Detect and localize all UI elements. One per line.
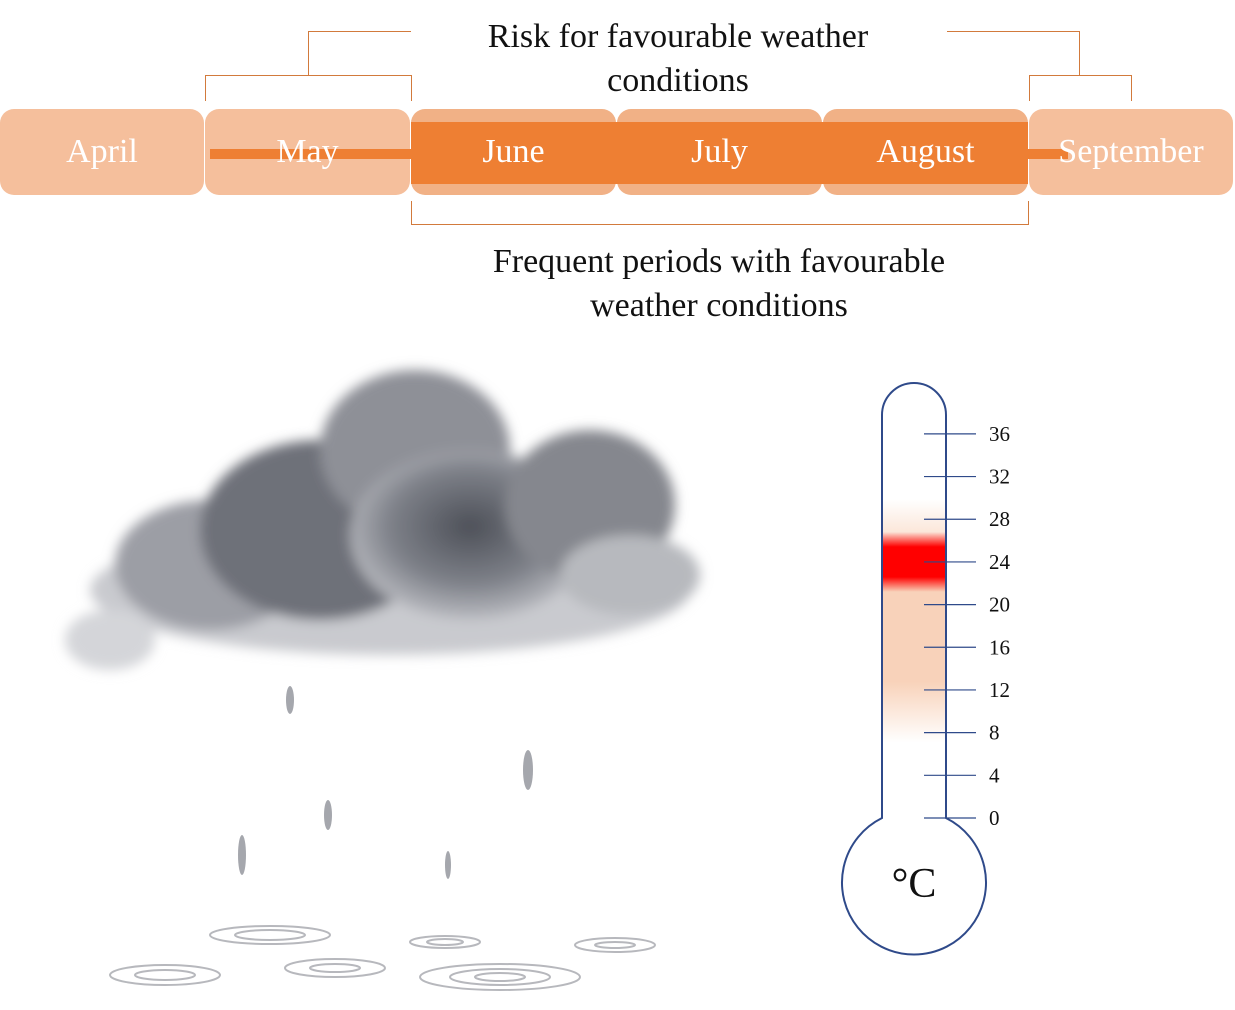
tick-label: 24 xyxy=(989,550,1011,574)
frequent-caption-line-2: weather conditions xyxy=(590,287,848,324)
risk-leader-right-vertical xyxy=(1079,31,1080,75)
thermometer: 36 32 28 24 20 16 12 8 4 0 °C xyxy=(841,382,1011,956)
tick-label: 36 xyxy=(989,422,1010,446)
tick-label: 8 xyxy=(989,721,1000,745)
month-label-september: September xyxy=(1058,133,1204,170)
tick-label: 12 xyxy=(989,678,1010,702)
tick-label: 20 xyxy=(989,593,1010,617)
month-september: September xyxy=(1029,109,1233,195)
frequent-caption-line-1: Frequent periods with favourable xyxy=(492,243,946,280)
month-label-august: August xyxy=(876,133,975,170)
rain-cloud-icon xyxy=(65,370,700,991)
risk-bracket-may xyxy=(205,75,412,101)
risk-caption-line-2: conditions xyxy=(607,62,749,99)
tick-label: 28 xyxy=(989,507,1010,531)
risk-caption: Risk for favourable weather conditions xyxy=(412,15,944,103)
frequent-bracket xyxy=(411,201,1029,225)
risk-caption-line-1: Risk for favourable weather xyxy=(487,18,869,55)
tick-label: 16 xyxy=(989,635,1010,659)
rain-drops xyxy=(238,686,533,879)
tick-label: 32 xyxy=(989,465,1010,489)
unit-label: °C xyxy=(892,861,937,907)
tick-label: 4 xyxy=(989,763,1000,787)
risk-leader-left-vertical xyxy=(308,31,309,75)
frequent-caption: Frequent periods with favourable weather… xyxy=(430,240,1008,328)
month-label-june: June xyxy=(482,133,545,170)
risk-bracket-september xyxy=(1029,75,1132,101)
month-label-july: July xyxy=(691,133,748,170)
cloud-shape xyxy=(65,370,700,670)
month-april: April xyxy=(0,109,204,195)
tick-label: 0 xyxy=(989,806,1000,830)
puddle-ripples xyxy=(109,925,656,991)
month-label-may: May xyxy=(276,133,339,170)
month-label-april: April xyxy=(66,133,138,170)
risk-leader-right-horizontal xyxy=(947,31,1080,32)
risk-leader-left-horizontal xyxy=(308,31,411,32)
